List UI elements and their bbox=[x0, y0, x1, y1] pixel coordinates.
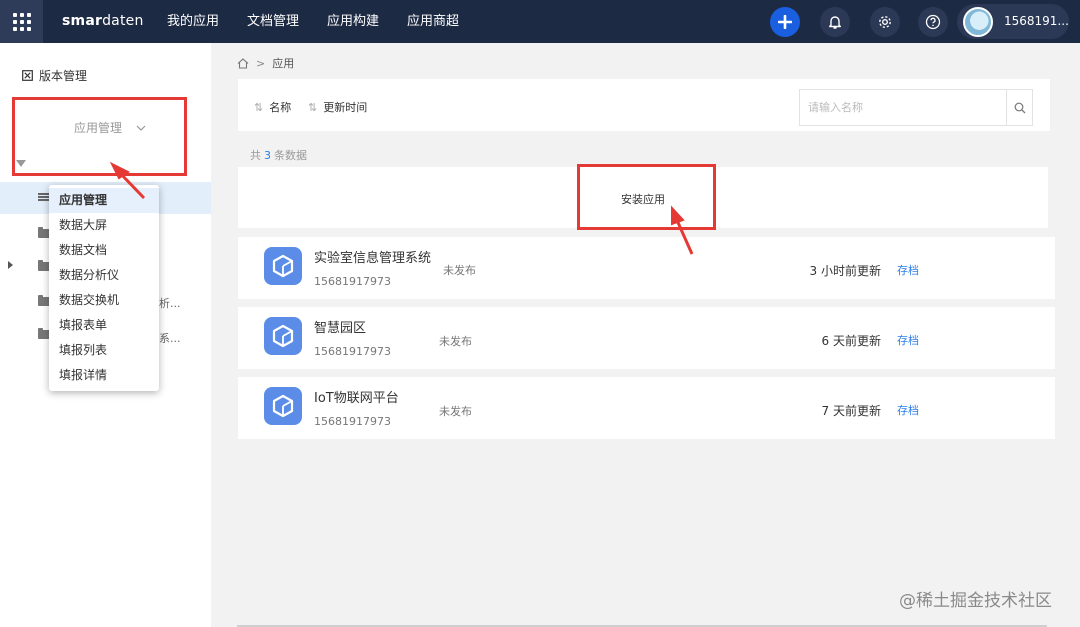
arrow-head bbox=[671, 205, 685, 226]
watermark: @稀土掘金技术社区 bbox=[899, 591, 1052, 611]
arrow-head bbox=[109, 161, 130, 180]
annotation-arrows bbox=[109, 161, 694, 255]
